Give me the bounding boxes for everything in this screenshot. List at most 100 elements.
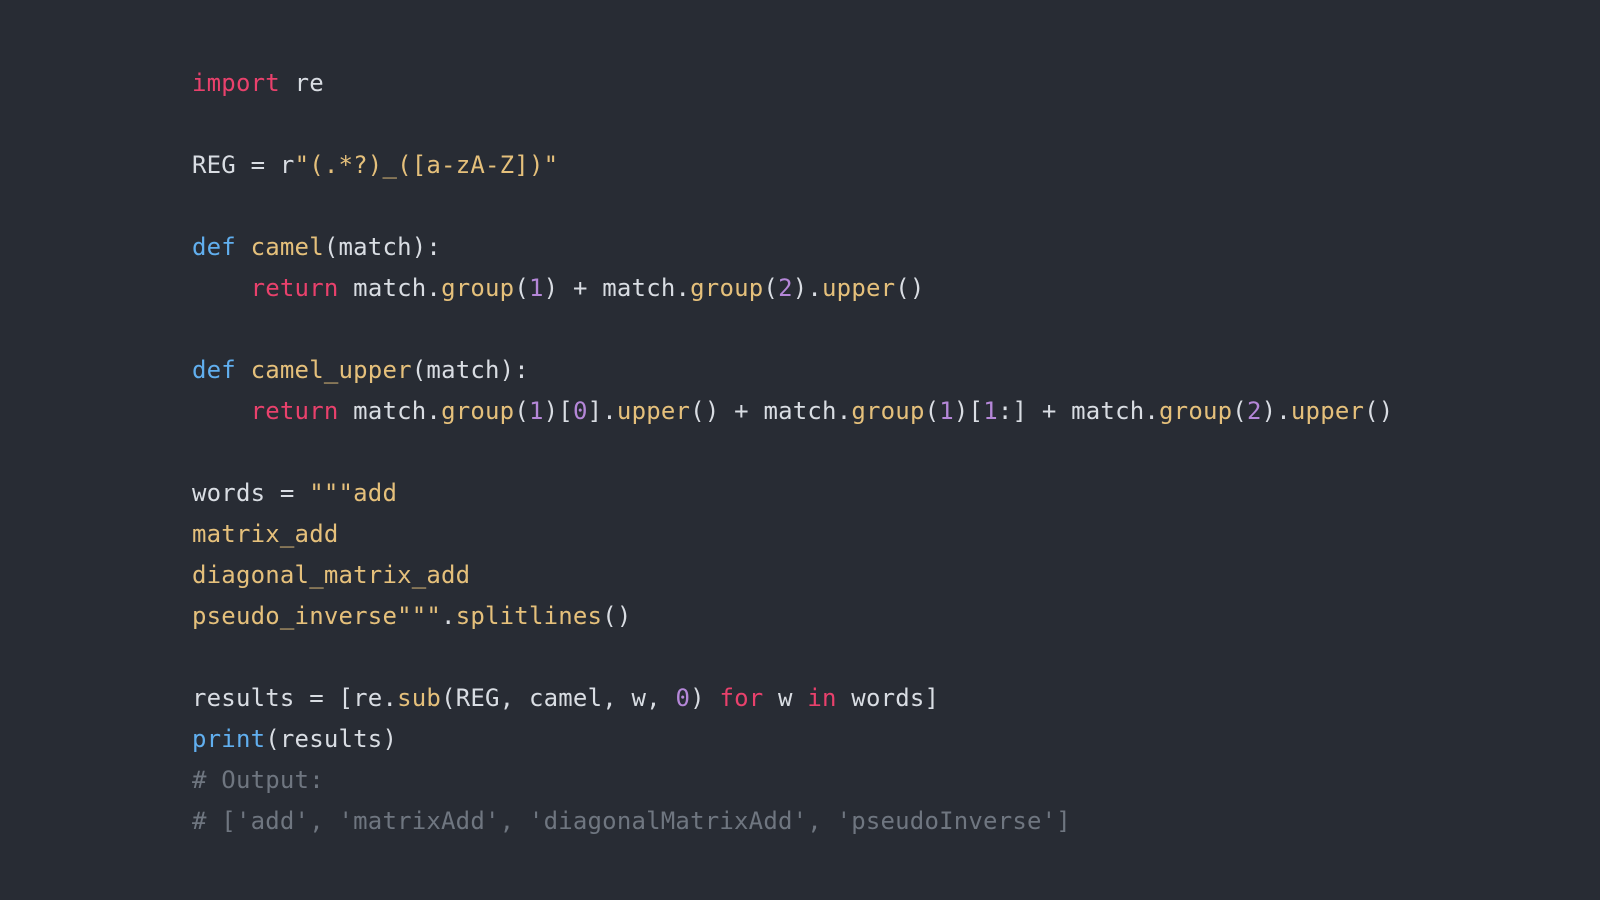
indent (192, 397, 251, 425)
args: (REG, camel, w, (441, 684, 675, 712)
module-name: re (295, 69, 324, 97)
args: (results) (265, 725, 397, 753)
number-literal: 2 (1247, 397, 1262, 425)
call-parens: () (895, 274, 924, 302)
dot: . (1276, 397, 1291, 425)
number-literal: 0 (573, 397, 588, 425)
bracket: )[ (544, 397, 573, 425)
dot: . (382, 684, 397, 712)
operator-plus: + (558, 274, 602, 302)
dot: . (676, 274, 691, 302)
code-editor[interactable]: import re REG = r"(.*?)_([a-zA-Z])" def … (0, 0, 1600, 842)
identifier: w (763, 684, 807, 712)
keyword-in: in (807, 684, 836, 712)
number-literal: 1 (529, 274, 544, 302)
bracket-close: ] (588, 397, 603, 425)
code-line: pseudo_inverse""".splitlines() (192, 602, 632, 630)
paren-open: ( (514, 274, 529, 302)
code-line: results = [re.sub(REG, camel, w, 0) for … (192, 684, 939, 712)
keyword-for: for (719, 684, 763, 712)
number-literal: 1 (939, 397, 954, 425)
identifier: match (339, 274, 427, 302)
string-literal: """add (309, 479, 397, 507)
method-call: splitlines (456, 602, 603, 630)
dot: . (426, 274, 441, 302)
code-line: matrix_add (192, 520, 339, 548)
raw-prefix: r (280, 151, 295, 179)
slice: :] + (998, 397, 1071, 425)
paren-close: ) (690, 684, 719, 712)
function-name: camel_upper (251, 356, 412, 384)
params: (match): (412, 356, 529, 384)
paren-open: ( (763, 274, 778, 302)
identifier: match (763, 397, 836, 425)
method-call: group (1159, 397, 1232, 425)
call-parens: () (1364, 397, 1393, 425)
identifier: REG (192, 151, 236, 179)
number-literal: 1 (529, 397, 544, 425)
method-call: group (441, 274, 514, 302)
code-line: words = """add (192, 479, 397, 507)
comment: # ['add', 'matrixAdd', 'diagonalMatrixAd… (192, 807, 1071, 835)
keyword-return: return (251, 397, 339, 425)
dot: . (1144, 397, 1159, 425)
indent (192, 274, 251, 302)
identifier: match (1071, 397, 1144, 425)
code-line: def camel_upper(match): (192, 356, 529, 384)
paren-close: ) (544, 274, 559, 302)
operator-plus: + (719, 397, 763, 425)
dot: . (441, 602, 456, 630)
builtin-print: print (192, 725, 265, 753)
method-call: group (690, 274, 763, 302)
code-line: # Output: (192, 766, 324, 794)
call-parens: () (602, 602, 631, 630)
string-literal: pseudo_inverse""" (192, 602, 441, 630)
identifier: results (192, 684, 295, 712)
code-line: return match.group(1) + match.group(2).u… (192, 274, 925, 302)
method-call: group (441, 397, 514, 425)
call-parens: () (690, 397, 719, 425)
params: (match): (324, 233, 441, 261)
keyword-return: return (251, 274, 339, 302)
code-line: return match.group(1)[0].upper() + match… (192, 397, 1393, 425)
keyword-def: def (192, 233, 236, 261)
method-call: sub (397, 684, 441, 712)
code-line: import re (192, 69, 324, 97)
dot: . (837, 397, 852, 425)
identifier: re (353, 684, 382, 712)
paren-close: ) (793, 274, 808, 302)
code-line: diagonal_matrix_add (192, 561, 470, 589)
code-line: REG = r"(.*?)_([a-zA-Z])" (192, 151, 558, 179)
method-call: group (851, 397, 924, 425)
bracket: )[ (954, 397, 983, 425)
paren-open: ( (514, 397, 529, 425)
number-literal: 2 (778, 274, 793, 302)
method-call: upper (822, 274, 895, 302)
string-literal: matrix_add (192, 520, 339, 548)
paren-open: ( (925, 397, 940, 425)
assign-op: = [ (295, 684, 354, 712)
function-name: camel (251, 233, 324, 261)
dot: . (426, 397, 441, 425)
keyword-import: import (192, 69, 280, 97)
paren-close: ) (1262, 397, 1277, 425)
number-literal: 0 (675, 684, 690, 712)
paren-open: ( (1232, 397, 1247, 425)
comment: # Output: (192, 766, 324, 794)
code-line: def camel(match): (192, 233, 441, 261)
method-call: upper (1291, 397, 1364, 425)
number-literal: 1 (983, 397, 998, 425)
identifier: match (602, 274, 675, 302)
dot: . (602, 397, 617, 425)
identifier: words (192, 479, 265, 507)
identifier: match (339, 397, 427, 425)
method-call: upper (617, 397, 690, 425)
dot: . (807, 274, 822, 302)
string-literal: diagonal_matrix_add (192, 561, 470, 589)
code-line: # ['add', 'matrixAdd', 'diagonalMatrixAd… (192, 807, 1071, 835)
assign-op: = (236, 151, 280, 179)
identifier: words] (837, 684, 940, 712)
assign-op: = (265, 479, 309, 507)
code-line: print(results) (192, 725, 397, 753)
string-literal: "(.*?)_([a-zA-Z])" (295, 151, 559, 179)
